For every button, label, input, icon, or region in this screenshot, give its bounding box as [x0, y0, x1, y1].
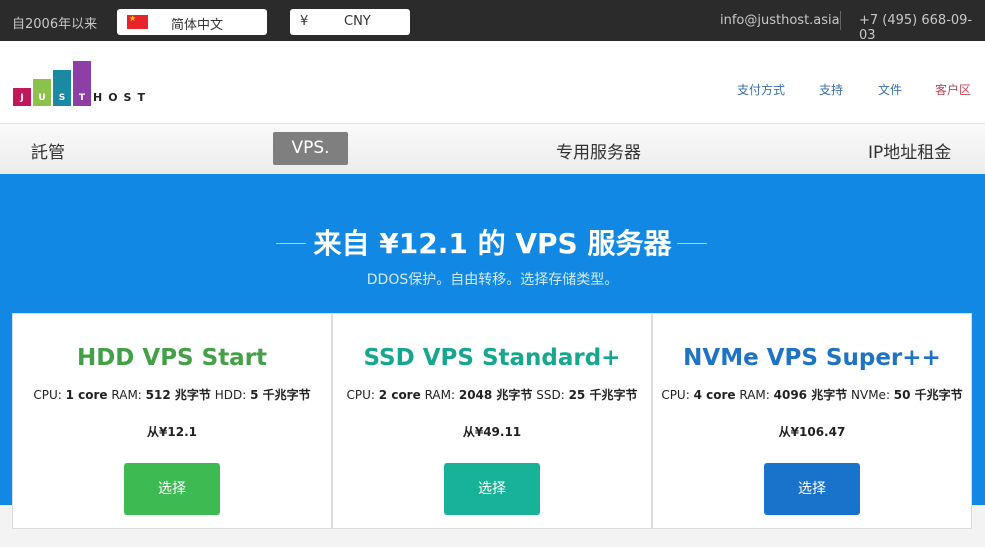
language-select[interactable]: ★ 简体中文 [117, 9, 267, 35]
plan-title: SSD VPS Standard+ [363, 345, 621, 371]
plan-specs: CPU: 1 core RAM: 512 兆字节 HDD: 5 千兆字节 [13, 386, 331, 403]
spec-disk: 50 千兆字节 [893, 388, 963, 402]
spec-cpu: 1 core [65, 388, 108, 402]
spec-label: RAM: [735, 388, 774, 402]
nav-client-area[interactable]: 客户区 [935, 81, 971, 98]
spec-disk: 5 千兆字节 [250, 388, 311, 402]
hero-title: 来自 ¥12.1 的 VPS 服务器 [313, 227, 672, 260]
language-label: 简体中文 [171, 18, 224, 33]
logo-letter: T [78, 93, 86, 103]
plan-price: 从¥12.1 [147, 425, 197, 439]
currency-symbol: ¥ [300, 14, 309, 29]
spec-cpu: 4 core [693, 388, 736, 402]
spec-disk: 25 千兆字节 [568, 388, 638, 402]
spec-ram: 4096 兆字节 [773, 388, 848, 402]
currency-select[interactable]: ¥ CNY [290, 9, 410, 35]
logo-letter: J [20, 93, 24, 103]
nav-docs[interactable]: 文件 [878, 81, 902, 98]
hero-subtitle: DDOS保护。自由转移。选择存储类型。 [366, 272, 619, 288]
nav-vps[interactable]: VPS. [273, 132, 348, 165]
logo-letter: U [38, 93, 46, 103]
spec-label: CPU: [346, 388, 379, 402]
email-link[interactable]: info@justhost.asia [720, 13, 840, 28]
plan-price: 从¥49.11 [462, 425, 522, 439]
nav-hosting[interactable]: 託管 [31, 138, 65, 163]
hero-line-right [677, 243, 707, 244]
logo[interactable]: J U S T HOST [13, 61, 153, 106]
plan-card-nvme: NVMe VPS Super++ CPU: 4 core RAM: 4096 兆… [652, 313, 972, 529]
plan-specs: CPU: 2 core RAM: 2048 兆字节 SSD: 25 千兆字节 [333, 386, 651, 403]
top-bar: 自2006年以来 ★ 简体中文 ¥ CNY info@justhost.asia… [0, 0, 985, 43]
phone-link[interactable]: +7 (495) 668-09-03 [859, 13, 985, 43]
divider [840, 11, 841, 30]
spec-label: SSD: [532, 388, 569, 402]
nav-dedicated[interactable]: 专用服务器 [556, 138, 641, 163]
spec-label: NVMe: [847, 388, 894, 402]
nav-support[interactable]: 支持 [819, 81, 843, 98]
plan-title: HDD VPS Start [76, 345, 268, 371]
nav-ip-rent[interactable]: IP地址租金 [868, 138, 951, 163]
logo-letter: S [58, 93, 66, 103]
select-button[interactable]: 选择 [764, 463, 860, 515]
spec-cpu: 2 core [378, 388, 421, 402]
china-flag-icon: ★ [127, 14, 148, 29]
select-button[interactable]: 选择 [124, 463, 220, 515]
plan-title: NVMe VPS Super++ [683, 345, 941, 371]
spec-label: CPU: [33, 388, 66, 402]
currency-label: CNY [344, 14, 371, 29]
spec-ram: 512 兆字节 [145, 388, 211, 402]
logo-host-text: HOST [93, 91, 151, 104]
plan-price: 从¥106.47 [778, 425, 846, 439]
spec-label: HDD: [210, 388, 251, 402]
spec-label: RAM: [107, 388, 146, 402]
since-text: 自2006年以来 [12, 17, 98, 32]
plan-card-ssd: SSD VPS Standard+ CPU: 2 core RAM: 2048 … [332, 313, 652, 529]
spec-label: CPU: [661, 388, 694, 402]
spec-label: RAM: [420, 388, 459, 402]
plan-card-hdd: HDD VPS Start CPU: 1 core RAM: 512 兆字节 H… [12, 313, 332, 529]
nav-payment[interactable]: 支付方式 [737, 81, 785, 98]
main-nav: 託管 VPS. 专用服务器 IP地址租金 [0, 123, 985, 174]
spec-ram: 2048 兆字节 [458, 388, 533, 402]
select-button[interactable]: 选择 [444, 463, 540, 515]
site-header: J U S T HOST 支付方式 支持 文件 客户区 [0, 41, 985, 123]
plan-specs: CPU: 4 core RAM: 4096 兆字节 NVMe: 50 千兆字节 [653, 386, 971, 403]
